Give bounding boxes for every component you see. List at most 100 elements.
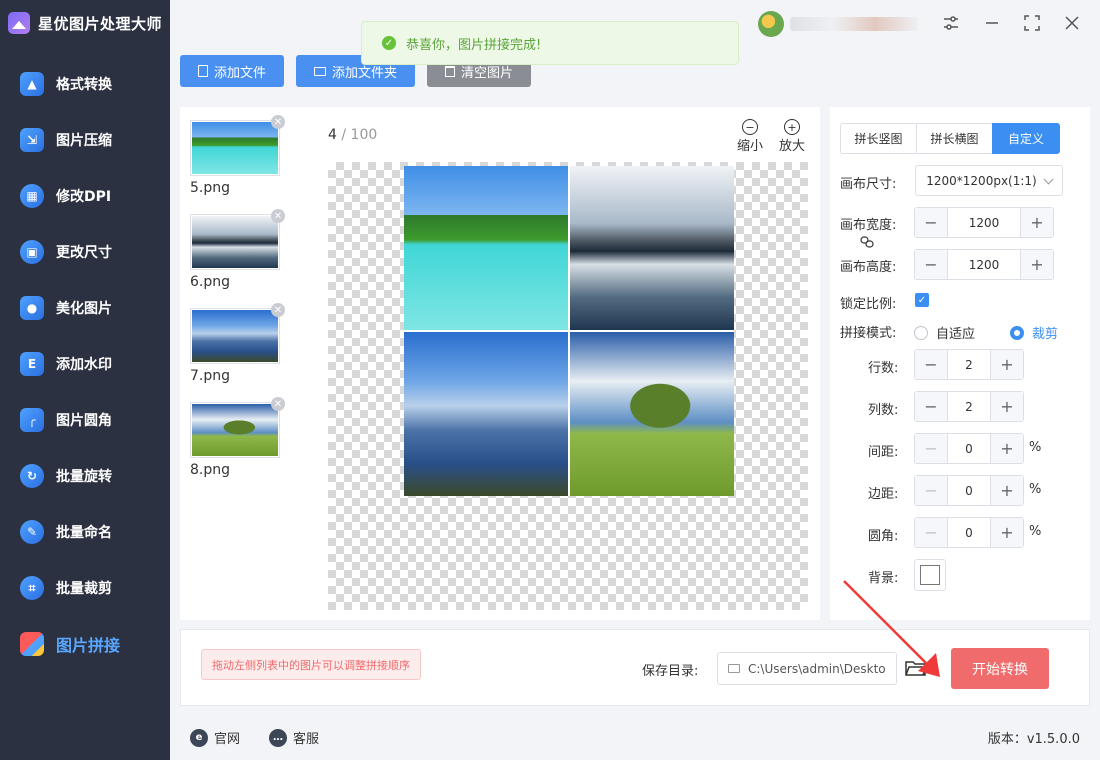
sidebar-item-collage[interactable]: 图片拼接 — [0, 616, 170, 672]
tab-long-vertical[interactable]: 拼长竖图 — [840, 123, 917, 154]
page-separator: / — [336, 127, 351, 143]
sidebar-item-resize[interactable]: ▣ 更改尺寸 — [0, 224, 170, 280]
save-dir-input[interactable]: C:\Users\admin\Deskto — [717, 652, 897, 685]
thumbnail[interactable]: ✕ — [190, 115, 285, 176]
mode-crop-radio[interactable]: 裁剪 — [1010, 323, 1058, 342]
percent-unit: % — [1029, 524, 1042, 539]
app-brand: 星优图片处理大师 — [0, 0, 170, 46]
thumbnail-image — [192, 310, 278, 362]
decrement-button[interactable]: − — [915, 392, 948, 421]
list-item[interactable]: ✕ 5.png — [190, 115, 285, 196]
sidebar-item-dpi[interactable]: ▦ 修改DPI — [0, 168, 170, 224]
minimize-icon[interactable] — [981, 12, 1003, 34]
increment-button[interactable]: + — [1020, 250, 1053, 279]
mode-adaptive-radio[interactable]: 自适应 — [914, 323, 975, 342]
sidebar-item-rename[interactable]: ✎ 批量命名 — [0, 504, 170, 560]
increment-button[interactable]: + — [990, 350, 1023, 379]
collage-preview — [404, 166, 734, 496]
radius-stepper[interactable]: − 0 + — [914, 517, 1024, 548]
list-item[interactable]: ✕ 8.png — [190, 397, 285, 478]
sidebar-item-crop[interactable]: ⌗ 批量裁剪 — [0, 560, 170, 616]
user-avatar[interactable] — [758, 11, 784, 37]
remove-icon[interactable]: ✕ — [271, 397, 285, 411]
thumbnail[interactable]: ✕ — [190, 303, 285, 364]
rows-stepper[interactable]: − 2 + — [914, 349, 1024, 380]
margin-value[interactable]: 0 — [948, 476, 990, 505]
open-folder-icon[interactable] — [905, 659, 927, 677]
compress-icon: ⇲ — [20, 128, 44, 152]
website-link[interactable]: e 官网 — [190, 728, 240, 747]
settings-icon[interactable] — [940, 12, 962, 34]
increment-button[interactable]: + — [990, 476, 1023, 505]
canvas-size-select[interactable]: 1200*1200px(1:1) — [915, 165, 1063, 196]
watermark-icon: E — [20, 352, 44, 376]
remove-icon[interactable]: ✕ — [271, 115, 285, 129]
cols-stepper[interactable]: − 2 + — [914, 391, 1024, 422]
thumbnail-image — [192, 216, 278, 268]
percent-unit: % — [1029, 482, 1042, 497]
background-color-picker[interactable] — [914, 559, 946, 591]
dpi-icon: ▦ — [20, 184, 44, 208]
fullscreen-icon[interactable] — [1021, 12, 1043, 34]
zoom-in-button[interactable]: + 放大 — [779, 119, 805, 154]
round-corner-icon: ╭ — [20, 408, 44, 432]
add-file-button[interactable]: 添加文件 — [180, 55, 285, 87]
decrement-button[interactable]: − — [915, 250, 948, 279]
sidebar-item-label: 美化图片 — [56, 301, 112, 317]
link-icon[interactable] — [860, 236, 874, 248]
support-link[interactable]: … 客服 — [269, 728, 319, 747]
user-name-redacted — [790, 17, 918, 31]
list-item[interactable]: ✕ 6.png — [190, 209, 285, 290]
collage-cell — [570, 166, 734, 330]
decrement-button[interactable]: − — [915, 350, 948, 379]
mode-adaptive-label: 自适应 — [936, 327, 976, 342]
increment-button[interactable]: + — [990, 518, 1023, 547]
remove-icon[interactable]: ✕ — [271, 303, 285, 317]
preview-canvas — [328, 162, 808, 610]
decrement-button[interactable]: − — [915, 208, 948, 237]
increment-button[interactable]: + — [990, 434, 1023, 463]
thumbnail-image — [192, 122, 278, 174]
list-item[interactable]: ✕ 7.png — [190, 303, 285, 384]
tab-custom[interactable]: 自定义 — [992, 123, 1060, 154]
canvas-height-stepper[interactable]: − 1200 + — [914, 249, 1054, 280]
spacing-label: 间距: — [868, 445, 899, 460]
spacing-stepper[interactable]: − 0 + — [914, 433, 1024, 464]
tab-long-horizontal[interactable]: 拼长横图 — [916, 123, 993, 154]
decrement-button[interactable]: − — [915, 434, 948, 463]
lock-ratio-checkbox[interactable]: ✓ — [915, 293, 929, 307]
decrement-button[interactable]: − — [915, 476, 948, 505]
increment-button[interactable]: + — [990, 392, 1023, 421]
thumbnail[interactable]: ✕ — [190, 397, 285, 458]
canvas-width-stepper[interactable]: − 1200 + — [914, 207, 1054, 238]
sidebar-item-beautify[interactable]: ● 美化图片 — [0, 280, 170, 336]
sidebar-item-compress[interactable]: ⇲ 图片压缩 — [0, 112, 170, 168]
sidebar-item-label: 更改尺寸 — [56, 245, 112, 261]
close-icon[interactable] — [1061, 12, 1083, 34]
canvas-height-value[interactable]: 1200 — [948, 250, 1020, 279]
sidebar-item-label: 格式转换 — [56, 77, 112, 93]
canvas-size-value: 1200*1200px(1:1) — [926, 173, 1037, 188]
thumbnail[interactable]: ✕ — [190, 209, 285, 270]
sidebar-item-label: 图片压缩 — [56, 133, 112, 149]
sidebar-item-rotate[interactable]: ↻ 批量旋转 — [0, 448, 170, 504]
sidebar-item-round-corner[interactable]: ╭ 图片圆角 — [0, 392, 170, 448]
spacing-value[interactable]: 0 — [948, 434, 990, 463]
sidebar-item-format-convert[interactable]: ▲ 格式转换 — [0, 56, 170, 112]
start-convert-button[interactable]: 开始转换 — [951, 648, 1049, 689]
file-icon — [198, 65, 208, 77]
sidebar-item-watermark[interactable]: E 添加水印 — [0, 336, 170, 392]
file-name: 6.png — [190, 274, 231, 290]
rows-value[interactable]: 2 — [948, 350, 990, 379]
canvas-width-value[interactable]: 1200 — [948, 208, 1020, 237]
zoom-in-icon: + — [784, 119, 800, 135]
remove-icon[interactable]: ✕ — [271, 209, 285, 223]
decrement-button[interactable]: − — [915, 518, 948, 547]
margin-stepper[interactable]: − 0 + — [914, 475, 1024, 506]
color-preview — [920, 565, 940, 585]
increment-button[interactable]: + — [1020, 208, 1053, 237]
radius-value[interactable]: 0 — [948, 518, 990, 547]
zoom-out-button[interactable]: − 缩小 — [737, 119, 763, 154]
sidebar-item-label: 添加水印 — [56, 357, 112, 373]
cols-value[interactable]: 2 — [948, 392, 990, 421]
